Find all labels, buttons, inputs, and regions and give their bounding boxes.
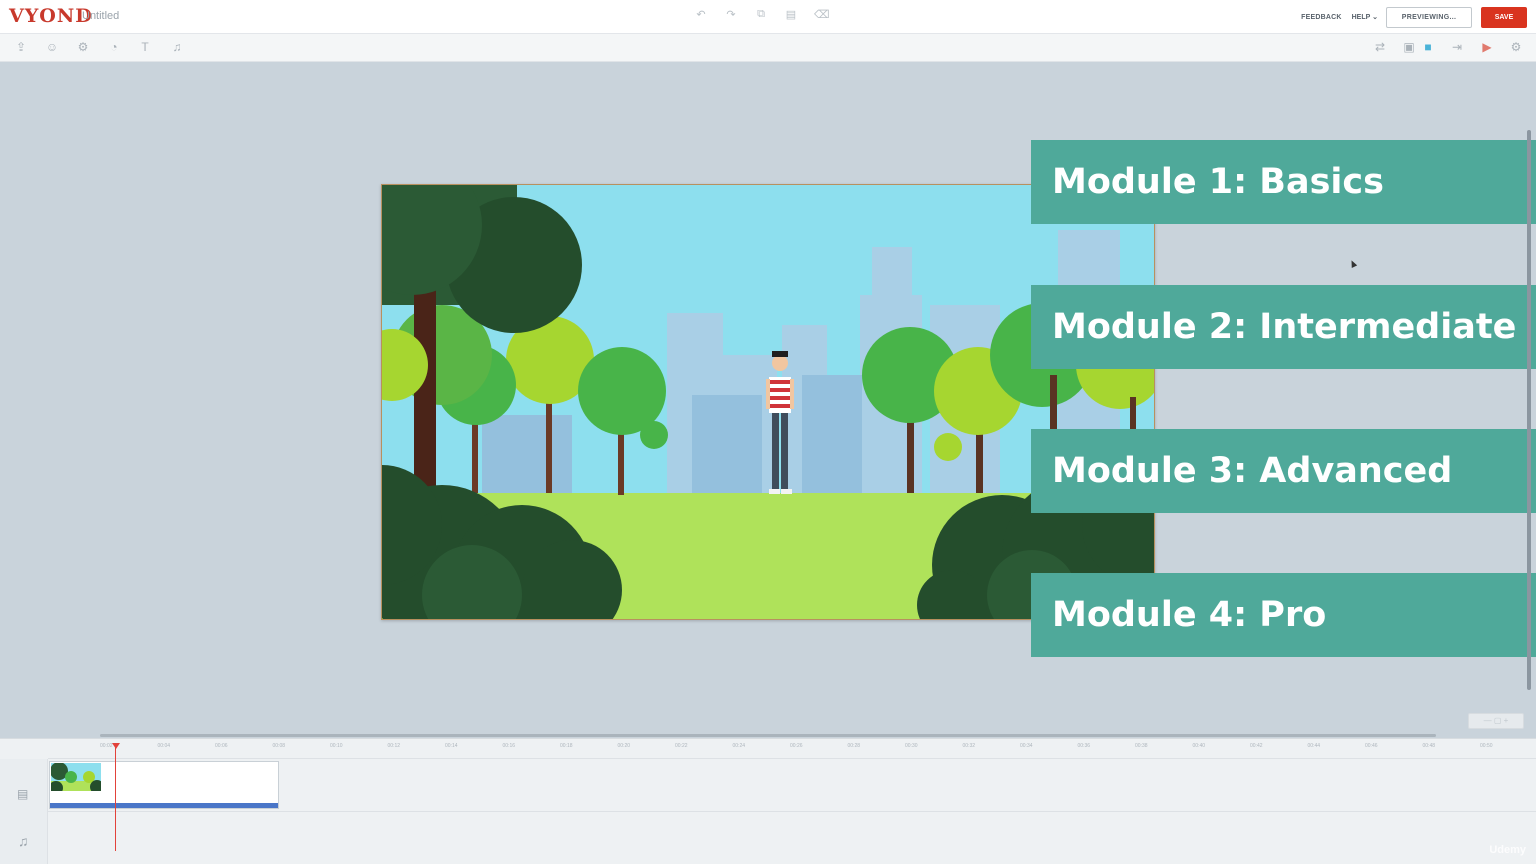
ruler-tick: 00:22 bbox=[675, 743, 688, 749]
ruler-tick: 00:16 bbox=[502, 743, 516, 749]
playhead-handle[interactable] bbox=[112, 743, 120, 749]
ruler-tick: 00:44 bbox=[1307, 743, 1321, 749]
ruler-tick: 00:14 bbox=[445, 743, 458, 749]
app-logo[interactable]: VYOND bbox=[9, 5, 93, 27]
asset-toolbar: ⇪ ☺ ⚙ ◔ T ♫ ⇄ ▣ ■ ⇥ ▶ ⚙ bbox=[0, 34, 1536, 62]
module-banner-1: Module 1: Basics bbox=[1031, 140, 1536, 224]
ruler-tick: 00:08 bbox=[272, 743, 286, 749]
ruler-tick: 00:20 bbox=[617, 743, 631, 749]
help-menu[interactable]: HELP ⌄ bbox=[1352, 13, 1378, 21]
module-banner-4: Module 4: Pro bbox=[1031, 573, 1536, 657]
color-swatch-icon[interactable]: ■ bbox=[1420, 39, 1436, 55]
character-icon[interactable]: ☺ bbox=[44, 39, 60, 55]
swap-icon[interactable]: ⇄ bbox=[1372, 39, 1388, 55]
film-icon[interactable]: ▤ bbox=[17, 787, 28, 801]
text-icon[interactable]: T bbox=[137, 39, 153, 55]
delete-icon[interactable]: ⌫ bbox=[814, 8, 830, 21]
ruler-tick: 00:02 bbox=[100, 743, 113, 749]
ruler-tick: 00:50 bbox=[1480, 743, 1493, 749]
ruler-tick: 00:26 bbox=[790, 743, 803, 749]
playhead[interactable] bbox=[115, 743, 116, 851]
module-banner-2: Module 2: Intermediate bbox=[1031, 285, 1536, 369]
ruler-tick: 00:24 bbox=[732, 743, 746, 749]
feedback-link[interactable]: FEEDBACK bbox=[1301, 14, 1342, 21]
camera-icon[interactable]: ▶ bbox=[1479, 39, 1495, 55]
scene-thumbnail bbox=[51, 763, 101, 791]
ruler-tick: 00:18 bbox=[560, 743, 573, 749]
ruler-tick: 00:38 bbox=[1135, 743, 1148, 749]
park-scene-illustration bbox=[382, 185, 1154, 619]
ruler-tick: 00:12 bbox=[387, 743, 401, 749]
scene-clip[interactable] bbox=[49, 761, 279, 809]
document-title[interactable]: Untitled bbox=[82, 10, 119, 22]
ruler-tick: 00:40 bbox=[1192, 743, 1206, 749]
ruler-tick: 00:46 bbox=[1365, 743, 1378, 749]
scene-canvas[interactable] bbox=[381, 184, 1155, 620]
timeline-scrollbar[interactable] bbox=[100, 734, 1436, 737]
prop-icon[interactable]: ⚙ bbox=[75, 39, 91, 55]
ruler-tick: 00:30 bbox=[905, 743, 918, 749]
chart-icon[interactable]: ◔ bbox=[106, 39, 122, 55]
settings-icon[interactable]: ⚙ bbox=[1508, 39, 1524, 55]
redo-icon[interactable]: ↷ bbox=[724, 8, 738, 21]
top-bar: VYOND Untitled ↶ ↷ ⧉ ▤ ⌫ FEEDBACK HELP ⌄… bbox=[0, 0, 1536, 34]
music-icon[interactable]: ♫ bbox=[18, 833, 29, 849]
timeline-track-gutter: ▤ ♫ bbox=[0, 759, 48, 864]
upload-icon[interactable]: ⇪ bbox=[13, 39, 29, 55]
chevron-down-icon: ⌄ bbox=[1372, 14, 1378, 21]
edit-tools: ↶ ↷ ⧉ ▤ ⌫ bbox=[694, 8, 830, 21]
ruler-tick: 00:06 bbox=[215, 743, 228, 749]
udemy-watermark: Udemy bbox=[1489, 844, 1526, 856]
save-button[interactable]: SAVE bbox=[1481, 6, 1527, 28]
audio-icon[interactable]: ♫ bbox=[169, 39, 185, 55]
track-divider bbox=[48, 811, 1536, 812]
timeline-panel: — ▢ + 00:02 00:04 00:06 00:08 00:10 00:12 00:1… bbox=[0, 713, 1536, 864]
ruler-tick: 00:04 bbox=[157, 743, 171, 749]
module-banner-3: Module 3: Advanced bbox=[1031, 429, 1536, 513]
background-icon[interactable]: ▣ bbox=[1401, 39, 1417, 55]
header-actions: FEEDBACK HELP ⌄ PREVIEWING... SAVE bbox=[1301, 0, 1536, 34]
ruler-tick: 00:28 bbox=[847, 743, 861, 749]
ruler-tick: 00:32 bbox=[962, 743, 976, 749]
ruler-tick: 00:34 bbox=[1020, 743, 1033, 749]
ruler-tick: 00:42 bbox=[1250, 743, 1263, 749]
help-label: HELP bbox=[1351, 14, 1371, 21]
stage-scrollbar[interactable] bbox=[1527, 130, 1531, 690]
clip-duration-bar[interactable] bbox=[50, 803, 278, 808]
timeline-zoom-control[interactable]: — ▢ + bbox=[1468, 713, 1524, 729]
ruler-tick: 00:36 bbox=[1077, 743, 1091, 749]
paste-icon[interactable]: ▤ bbox=[784, 8, 798, 21]
ruler-tick: 00:48 bbox=[1422, 743, 1436, 749]
preview-button[interactable]: PREVIEWING... bbox=[1386, 6, 1472, 28]
enter-effect-icon[interactable]: ⇥ bbox=[1449, 39, 1465, 55]
copy-icon[interactable]: ⧉ bbox=[754, 8, 768, 21]
ruler-tick: 00:10 bbox=[330, 743, 343, 749]
timeline-ruler[interactable]: 00:02 00:04 00:06 00:08 00:10 00:12 00:14 00:16… bbox=[48, 739, 1536, 759]
undo-icon[interactable]: ↶ bbox=[694, 8, 708, 21]
